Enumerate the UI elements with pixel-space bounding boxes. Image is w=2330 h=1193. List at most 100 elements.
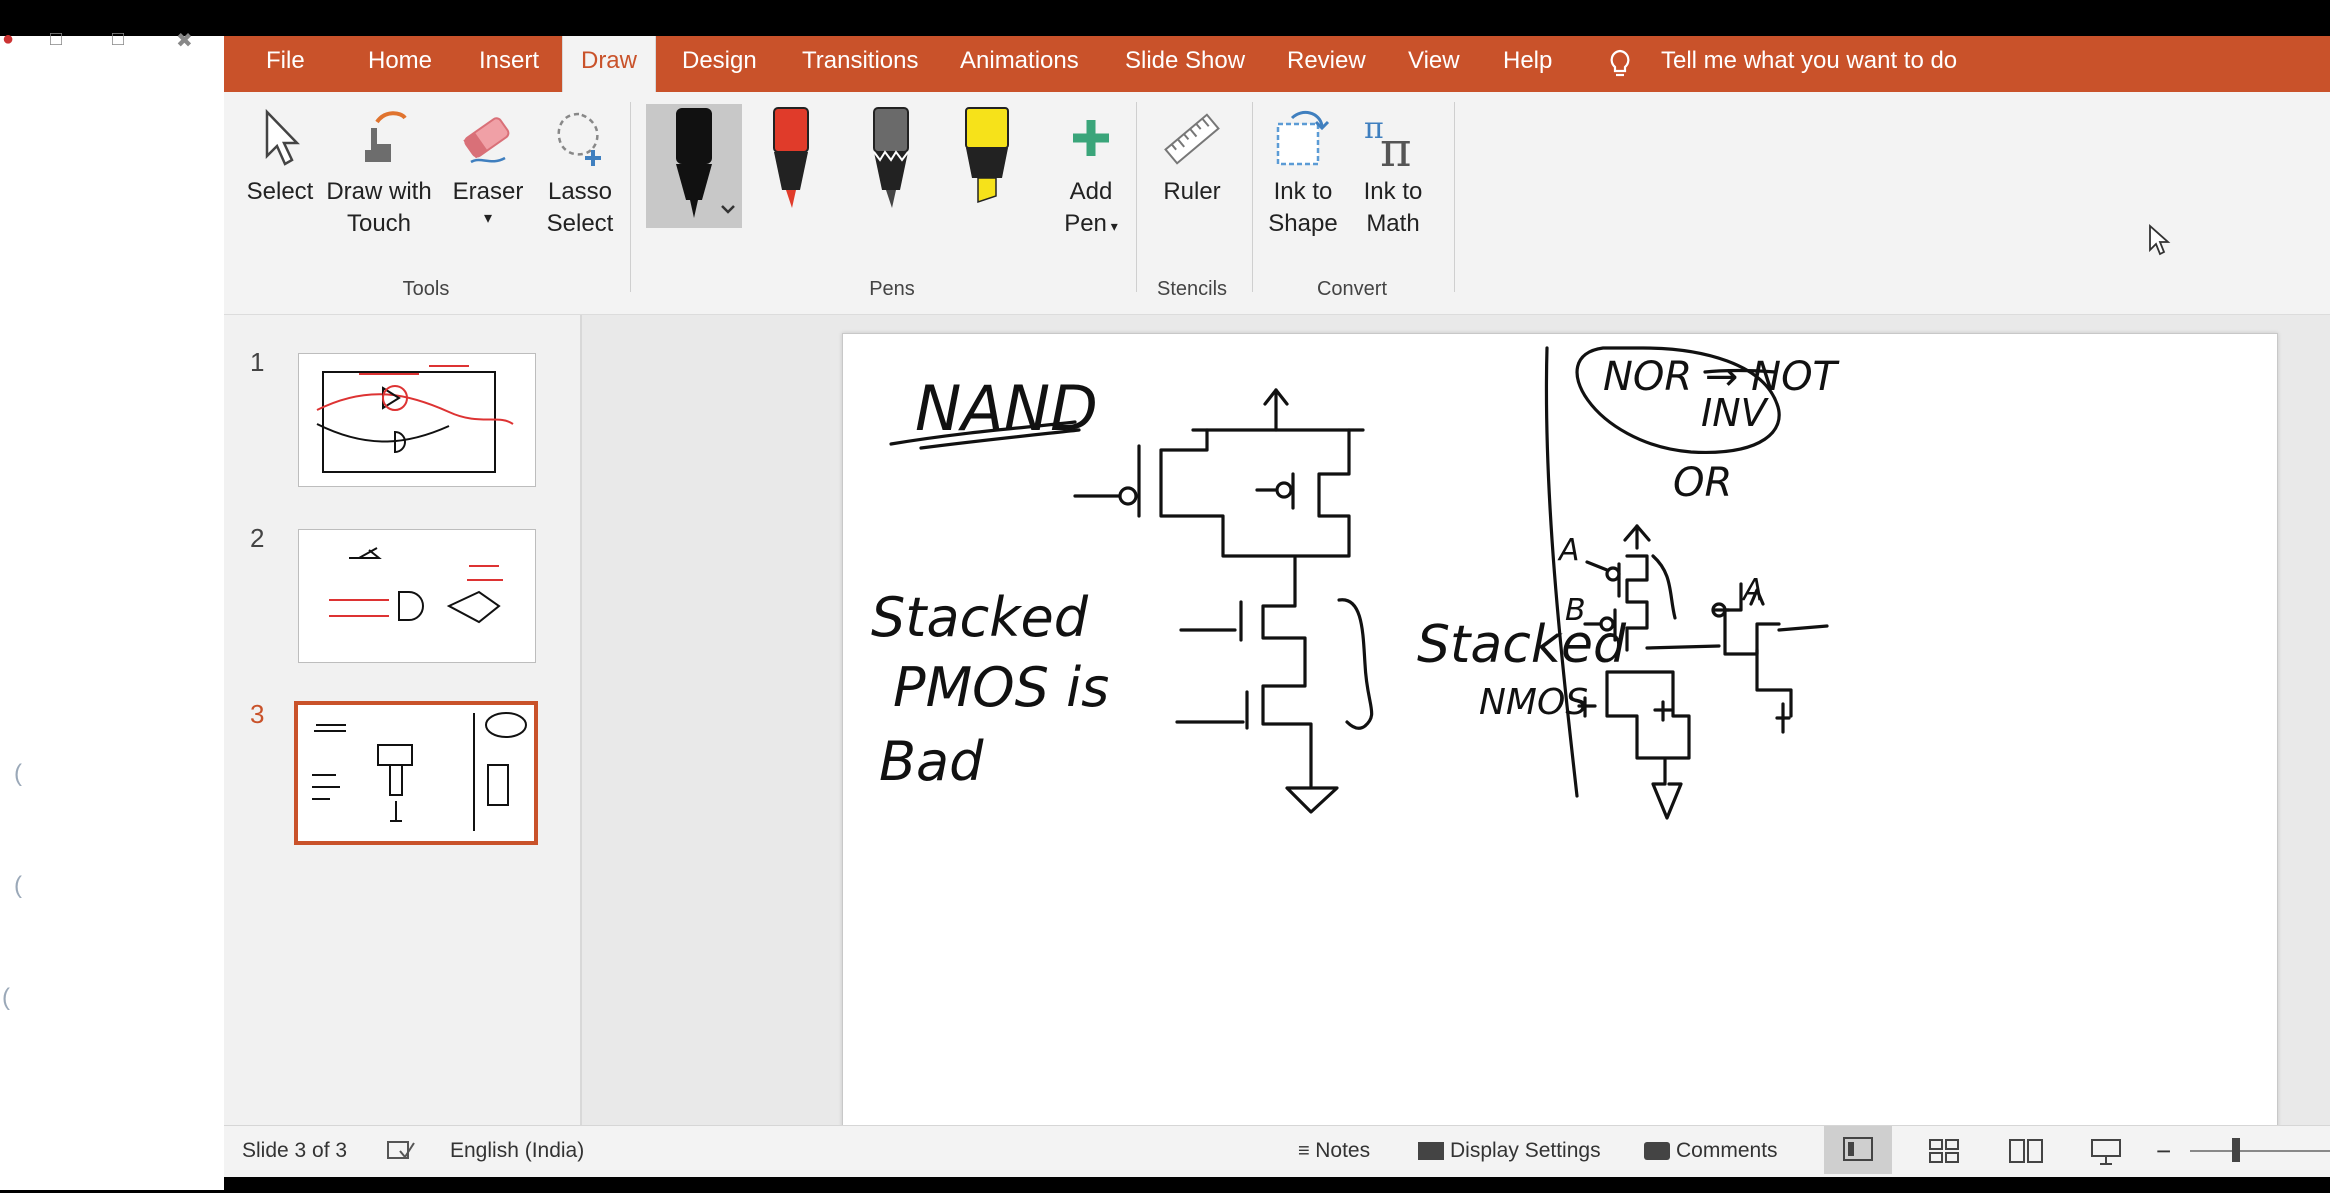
slide-thumbnail-1[interactable]	[298, 353, 536, 487]
eraser-button[interactable]: Eraser ▾	[444, 108, 532, 230]
red-pen-icon	[773, 107, 809, 208]
slide-sorter-button[interactable]	[1924, 1126, 1964, 1193]
tab-insert[interactable]: Insert	[479, 36, 539, 92]
draw-ribbon: Select Draw with Touch Eraser ▾ Lasso Se…	[224, 92, 2330, 315]
ink-to-shape-icon	[1276, 110, 1330, 166]
comments-label: Comments	[1676, 1139, 1778, 1162]
tab-file[interactable]: File	[266, 36, 305, 92]
app-icon: ●	[2, 28, 15, 50]
tab-animations[interactable]: Animations	[960, 36, 1079, 92]
thumbnail-number: 1	[250, 347, 265, 377]
eraser-icon	[463, 117, 510, 164]
draw-with-touch-button[interactable]: Draw with Touch	[320, 108, 438, 240]
language-indicator[interactable]: English (India)	[450, 1126, 584, 1176]
group-label-tools: Tools	[402, 278, 450, 300]
background-window: ( ( (	[0, 36, 224, 1190]
powerpoint-window: File Home Insert Draw Design Transitions…	[224, 36, 2330, 1177]
thumbnail-number-current: 3	[250, 699, 265, 729]
highlighter-icon	[965, 107, 1009, 204]
group-label-pens: Pens	[869, 278, 915, 300]
zoom-slider-thumb[interactable]	[2232, 1138, 2240, 1162]
tool-icon[interactable]: ✖	[176, 28, 193, 53]
add-pen-caret: ▾	[1106, 218, 1118, 234]
svg-text:π: π	[1380, 122, 1412, 170]
plus-icon	[1073, 120, 1109, 156]
stacked-pmos-label-1: Stacked	[871, 586, 1089, 649]
pen-black-selected[interactable]	[646, 104, 742, 228]
display-settings-button[interactable]: Display Settings	[1418, 1126, 1601, 1176]
draw-touch-label-2: Touch	[346, 210, 412, 237]
display-settings-icon	[1418, 1142, 1444, 1161]
ink-to-math-button[interactable]: π π Ink to Math	[1350, 108, 1436, 240]
ruler-icon	[1164, 113, 1220, 165]
stacked-pmos-label-3: Bad	[879, 730, 984, 793]
save-icon[interactable]: □	[50, 28, 62, 51]
lasso-label-1: Lasso	[547, 178, 613, 205]
reading-view-button[interactable]	[2006, 1126, 2046, 1193]
input-b-label: B	[1565, 593, 1586, 628]
normal-view-button[interactable]	[1824, 1126, 1892, 1174]
lasso-icon	[557, 112, 601, 166]
tab-review[interactable]: Review	[1287, 36, 1366, 92]
slide-thumbnail-3-selected[interactable]	[294, 701, 538, 845]
tab-slide-show[interactable]: Slide Show	[1125, 36, 1245, 92]
zoom-slider[interactable]	[2190, 1150, 2330, 1152]
display-settings-label: Display Settings	[1450, 1139, 1601, 1162]
zoom-out-button[interactable]: −	[2156, 1126, 2171, 1176]
add-pen-button[interactable]: Add Pen ▾	[1046, 108, 1136, 242]
ink-to-shape-label-1: Ink to	[1273, 178, 1333, 205]
group-separator	[1454, 102, 1455, 292]
background-glyph: (	[2, 984, 10, 1011]
or-label: OR	[1673, 460, 1732, 506]
tab-transitions[interactable]: Transitions	[802, 36, 918, 92]
lightbulb-icon	[1610, 49, 1630, 77]
ink-to-shape-button[interactable]: Ink to Shape	[1260, 108, 1346, 240]
pointer-icon	[265, 108, 300, 166]
eraser-label: Eraser	[452, 178, 524, 205]
ink-to-shape-label-2: Shape	[1268, 210, 1338, 237]
tab-design[interactable]: Design	[682, 36, 757, 92]
stacked-pmos-label-2: PMOS is	[893, 656, 1109, 719]
tab-help[interactable]: Help	[1503, 36, 1552, 92]
touch-draw-icon	[365, 111, 407, 162]
normal-view-icon	[1843, 1137, 1873, 1161]
lasso-label-2: Select	[546, 210, 614, 237]
ribbon-tab-bar: File Home Insert Draw Design Transitions…	[224, 36, 2330, 92]
notes-button[interactable]: ≡ Notes	[1298, 1126, 1370, 1176]
inv-label: INV	[1701, 391, 1770, 435]
add-pen-label-2: Pen	[1064, 210, 1107, 237]
tab-home[interactable]: Home	[368, 36, 432, 92]
copy-icon[interactable]: □	[112, 28, 124, 51]
presentation-icon	[2091, 1139, 2121, 1165]
lasso-select-button[interactable]: Lasso Select	[534, 108, 626, 240]
input-a-label: A	[1557, 533, 1580, 568]
slide-show-button[interactable]	[2086, 1126, 2126, 1193]
comments-button[interactable]: Comments	[1644, 1126, 1778, 1176]
stacked-nmos-label-2: NMOS	[1479, 682, 1588, 723]
spellcheck-icon[interactable]	[386, 1126, 416, 1176]
tab-draw[interactable]: Draw	[562, 36, 656, 92]
slide-canvas[interactable]: NAND Stacked PMOS is Bad Stacked NMOS NO…	[842, 333, 2278, 1143]
notes-label: Notes	[1315, 1139, 1371, 1162]
status-bar: Slide 3 of 3 English (India) ≡ Notes Dis…	[224, 1125, 2330, 1177]
pen-red[interactable]	[756, 104, 826, 228]
grid-icon	[1929, 1139, 1959, 1163]
thumbnail-sketch	[312, 712, 527, 831]
group-separator	[630, 102, 631, 292]
tab-view[interactable]: View	[1408, 36, 1460, 92]
pen-yellow-highlighter[interactable]	[952, 104, 1022, 228]
group-label-convert: Convert	[1316, 278, 1388, 300]
group-separator	[1252, 102, 1253, 292]
pen-gray[interactable]	[856, 104, 926, 228]
tell-me-search[interactable]: Tell me what you want to do	[1661, 36, 1957, 92]
draw-touch-label-1: Draw with	[326, 178, 432, 205]
pi-icon: π π	[1364, 111, 1412, 170]
ruler-label: Ruler	[1163, 178, 1221, 205]
ruler-button[interactable]: Ruler	[1148, 108, 1236, 208]
nand-label: NAND	[915, 372, 1098, 445]
group-separator	[1136, 102, 1137, 292]
quick-access-toolbar: ● □ □ ✖	[0, 28, 224, 54]
slide-thumbnail-2[interactable]	[298, 529, 536, 663]
eraser-dropdown-caret[interactable]: ▾	[444, 208, 532, 230]
select-button[interactable]: Select	[244, 108, 316, 208]
